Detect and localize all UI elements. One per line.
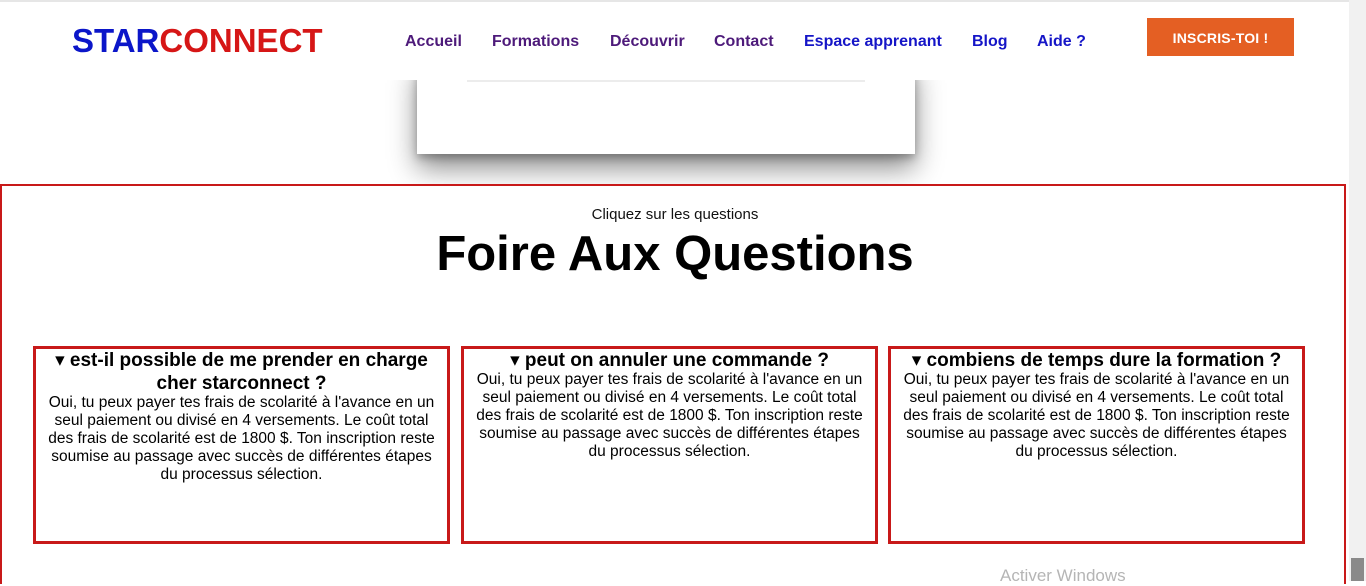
nav-blog[interactable]: Blog xyxy=(972,32,1008,52)
nav-formations[interactable]: Formations xyxy=(492,32,579,52)
faq-item: ▾ peut on annuler une commande ? Oui, tu… xyxy=(461,346,878,544)
faq-answer: Oui, tu peux payer tes frais de scolarit… xyxy=(903,371,1290,460)
faq-question[interactable]: ▾ peut on annuler une commande ? xyxy=(469,349,870,372)
windows-activation-watermark: Activer Windows xyxy=(1000,566,1126,585)
nav-aide[interactable]: Aide ? xyxy=(1037,32,1086,52)
faq-item: ▾ combiens de temps dure la formation ? … xyxy=(888,346,1305,544)
faq-section: Cliquez sur les questions Foire Aux Ques… xyxy=(0,184,1346,584)
faq-question[interactable]: ▾ est-il possible de me prender en charg… xyxy=(41,349,442,395)
signup-button[interactable]: INSCRIS-TOI ! xyxy=(1147,18,1294,56)
faq-answer: Oui, tu peux payer tes frais de scolarit… xyxy=(476,371,863,460)
nav-decouvrir[interactable]: Découvrir xyxy=(610,32,685,52)
faq-title: Foire Aux Questions xyxy=(436,227,914,281)
site-header: STARCONNECT Accueil Formations Découvrir… xyxy=(0,2,1349,80)
scrollbar-track[interactable] xyxy=(1349,0,1366,581)
faq-item: ▾ est-il possible de me prender en charg… xyxy=(33,346,450,544)
scrollbar-thumb[interactable] xyxy=(1351,558,1364,581)
logo-star: STAR xyxy=(72,22,160,59)
nav-contact[interactable]: Contact xyxy=(714,32,774,52)
site-logo[interactable]: STARCONNECT xyxy=(72,23,323,59)
logo-connect: CONNECT xyxy=(159,22,323,59)
faq-hint: Cliquez sur les questions xyxy=(591,206,759,223)
nav-espace-apprenant[interactable]: Espace apprenant xyxy=(804,32,942,52)
faq-question[interactable]: ▾ combiens de temps dure la formation ? xyxy=(896,349,1297,372)
nav-accueil[interactable]: Accueil xyxy=(405,32,462,52)
faq-answer: Oui, tu peux payer tes frais de scolarit… xyxy=(48,394,435,483)
